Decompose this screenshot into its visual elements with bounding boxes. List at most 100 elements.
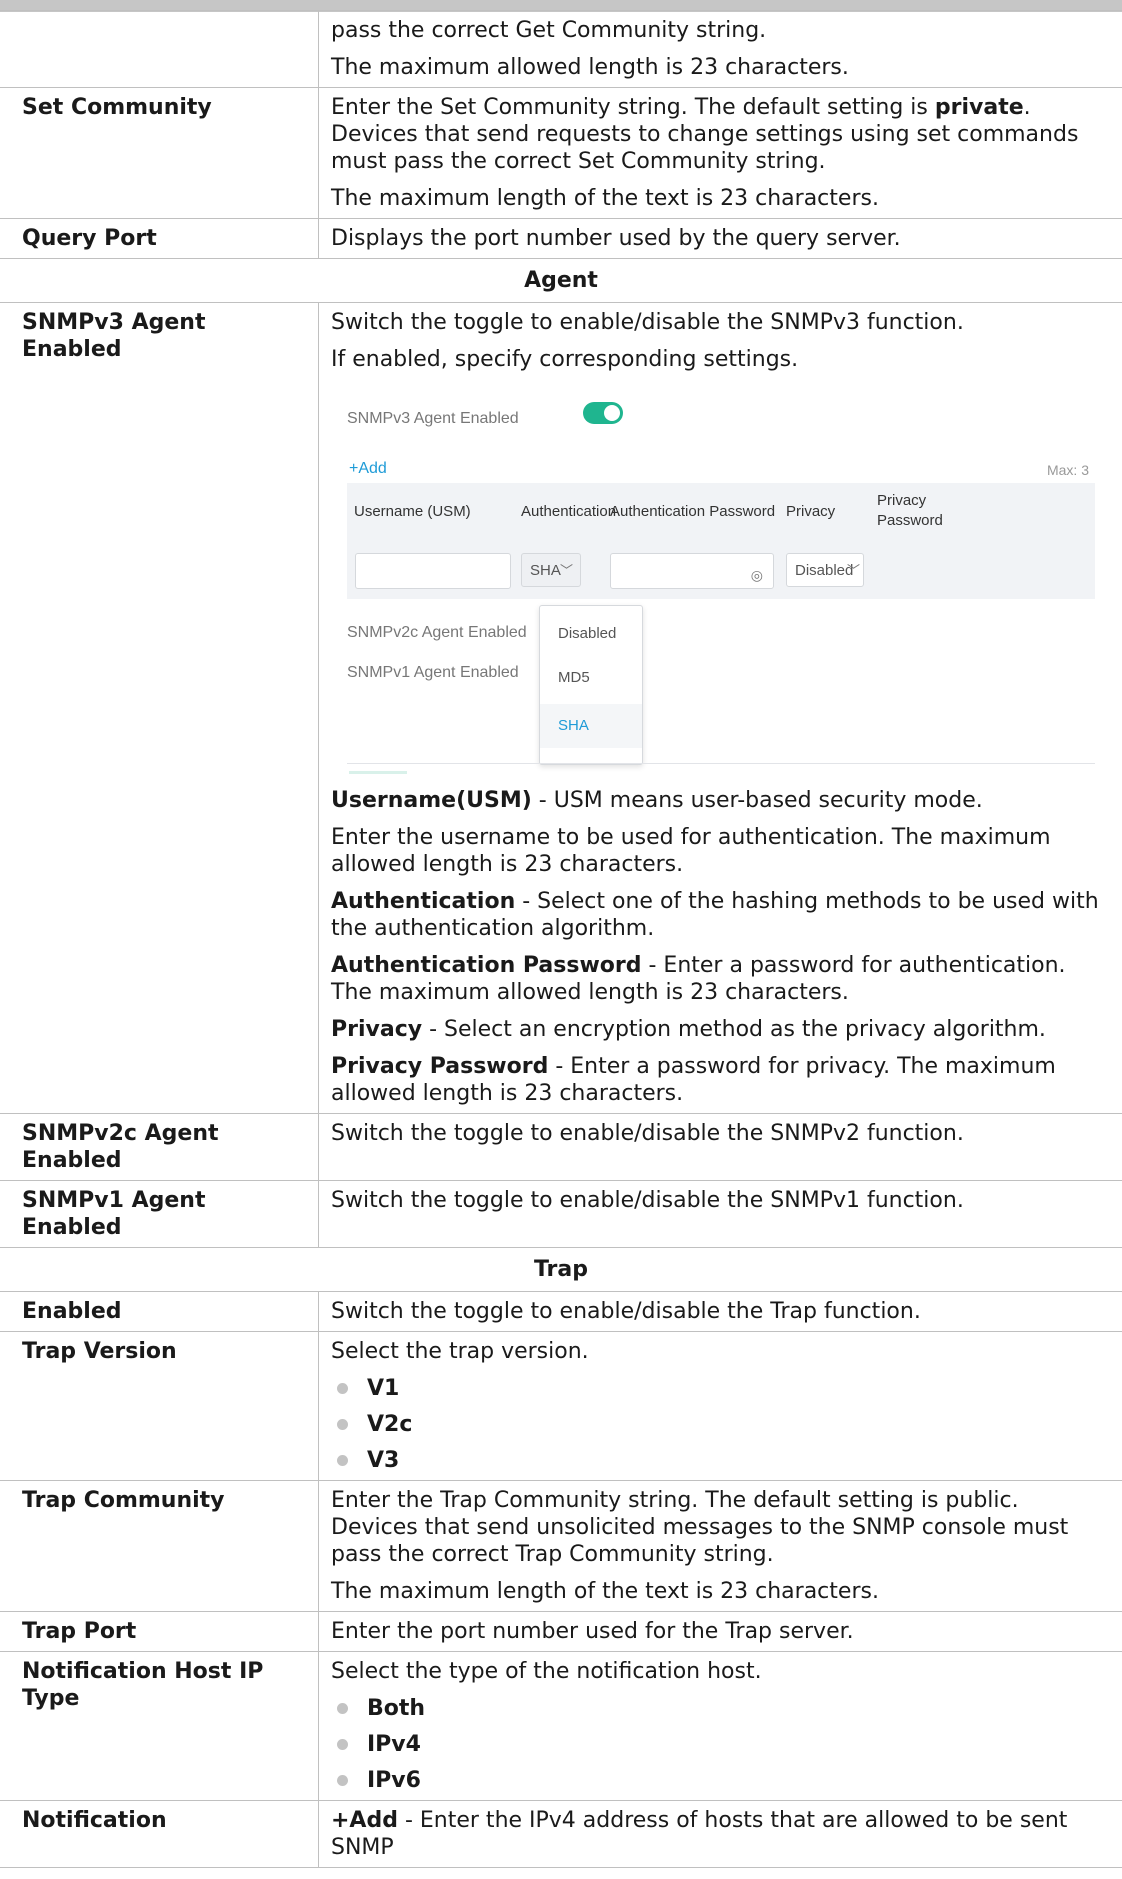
table-row: Trap Community Enter the Trap Community …: [0, 1480, 1122, 1612]
add-user-button[interactable]: +Add: [349, 455, 387, 482]
col-auth-password: Authentication Password: [610, 503, 776, 520]
privacy-select[interactable]: Disabled ﹀: [786, 553, 864, 587]
privacy-value: Disabled: [795, 562, 854, 579]
col-privacy-password: Privacy Password: [877, 492, 943, 529]
auth-password-input[interactable]: ◎: [610, 553, 774, 589]
authentication-select[interactable]: SHA ﹀: [521, 553, 581, 587]
table-row: SNMPv3 Agent Enabled Switch the toggle t…: [0, 302, 1122, 1114]
v3-agent-label: SNMPv3 Agent Enabled: [347, 410, 519, 427]
authentication-value: SHA: [530, 562, 561, 579]
list-item: IPv6: [331, 1767, 1112, 1794]
param-desc: Switch the toggle to enable/disable the …: [318, 1180, 1122, 1248]
bullet-icon: [337, 1739, 348, 1750]
col-privacy: Privacy: [786, 503, 836, 520]
option-list: V1 V2c V3: [331, 1375, 1112, 1474]
divider: [347, 763, 1095, 764]
def-authentication: Authentication - Select one of the hashi…: [331, 889, 1099, 941]
def-username-detail: Enter the username to be used for authen…: [331, 825, 1051, 877]
param-desc: +Add - Enter the IPv4 address of hosts t…: [318, 1800, 1122, 1868]
dropdown-option-selected[interactable]: SHA: [540, 704, 642, 748]
dropdown-option[interactable]: Disabled: [540, 612, 642, 656]
desc-text: Enter the Set Community string. The defa…: [331, 95, 1079, 174]
desc-text: If enabled, specify corresponding settin…: [331, 347, 799, 372]
param-desc: Switch the toggle to enable/disable the …: [318, 1113, 1122, 1181]
bullet-icon: [337, 1703, 348, 1714]
param-desc: Enter the Set Community string. The defa…: [318, 87, 1122, 219]
table-row: Trap Version Select the trap version. V1…: [0, 1331, 1122, 1481]
desc-text: Enter the Trap Community string. The def…: [331, 1488, 1069, 1567]
toggle-knob: [604, 405, 620, 421]
desc-text: The maximum length of the text is 23 cha…: [331, 1579, 879, 1604]
chevron-down-icon: ﹀: [560, 563, 574, 578]
param-desc: Switch the toggle to enable/disable the …: [318, 302, 1122, 1114]
param-label: [0, 10, 319, 88]
eye-icon[interactable]: ◎: [751, 562, 763, 589]
list-item: V2c: [331, 1411, 1112, 1438]
param-label: SNMPv2c Agent Enabled: [0, 1113, 319, 1181]
table-row: Trap Port Enter the port number used for…: [0, 1611, 1122, 1652]
accent-bar: [349, 771, 407, 774]
param-label: Query Port: [0, 218, 319, 259]
table-row: Enabled Switch the toggle to enable/disa…: [0, 1291, 1122, 1332]
chevron-down-icon: ﹀: [847, 563, 861, 578]
option-list: Both IPv4 IPv6: [331, 1695, 1112, 1794]
param-desc: Select the trap version. V1 V2c V3: [318, 1331, 1122, 1481]
section-title-agent: Agent: [0, 258, 1122, 303]
desc-text: The maximum length of the text is 23 cha…: [331, 186, 879, 211]
table-row: Notification +Add - Enter the IPv4 addre…: [0, 1800, 1122, 1868]
bullet-icon: [337, 1383, 348, 1394]
param-label: SNMPv3 Agent Enabled: [0, 302, 319, 1114]
def-privacy: Privacy - Select an encryption method as…: [331, 1017, 1046, 1042]
param-label: Notification: [0, 1800, 319, 1868]
table-row: SNMPv1 Agent Enabled Switch the toggle t…: [0, 1180, 1122, 1248]
snmpv3-screenshot: SNMPv3 Agent Enabled +Add Max: 3 Usernam…: [331, 383, 1101, 774]
v1-agent-label: SNMPv1 Agent Enabled: [347, 664, 519, 681]
list-item: V3: [331, 1447, 1112, 1474]
usm-table-row: SHA ﹀ ◎ Disabled ﹀: [347, 541, 1095, 599]
usm-table-header: Username (USM) Authentication Authentica…: [347, 483, 1095, 541]
username-input[interactable]: [355, 553, 511, 589]
authentication-dropdown: Disabled MD5 SHA: [539, 605, 643, 765]
def-username: Username(USM) - USM means user-based sec…: [331, 788, 983, 813]
col-username: Username (USM): [354, 503, 471, 520]
bullet-icon: [337, 1775, 348, 1786]
param-label: Set Community: [0, 87, 319, 219]
table-row: pass the correct Get Community string. T…: [0, 10, 1122, 88]
param-desc: Displays the port number used by the que…: [318, 218, 1122, 259]
bullet-icon: [337, 1419, 348, 1430]
param-desc: Switch the toggle to enable/disable the …: [318, 1291, 1122, 1332]
v3-agent-toggle[interactable]: [583, 402, 623, 424]
param-label: SNMPv1 Agent Enabled: [0, 1180, 319, 1248]
desc-text: Select the trap version.: [331, 1339, 589, 1364]
param-label: Trap Community: [0, 1480, 319, 1612]
table-row: Notification Host IP Type Select the typ…: [0, 1651, 1122, 1801]
max-count: Max: 3: [1046, 462, 1089, 478]
desc-text: Select the type of the notification host…: [331, 1659, 762, 1684]
list-item: V1: [331, 1375, 1112, 1402]
param-label: Notification Host IP Type: [0, 1651, 319, 1801]
v2c-agent-label: SNMPv2c Agent Enabled: [347, 624, 527, 641]
param-desc: Select the type of the notification host…: [318, 1651, 1122, 1801]
dropdown-option[interactable]: MD5: [540, 656, 642, 700]
section-row: Agent: [0, 258, 1122, 303]
section-title-trap: Trap: [0, 1247, 1122, 1292]
param-desc: Enter the Trap Community string. The def…: [318, 1480, 1122, 1612]
desc-text: The maximum allowed length is 23 charact…: [331, 55, 849, 80]
parameter-table: pass the correct Get Community string. T…: [0, 10, 1122, 1868]
list-item: IPv4: [331, 1731, 1112, 1758]
desc-text: pass the correct Get Community string.: [331, 18, 767, 43]
table-row: SNMPv2c Agent Enabled Switch the toggle …: [0, 1113, 1122, 1181]
section-row: Trap: [0, 1247, 1122, 1292]
list-item: Both: [331, 1695, 1112, 1722]
table-row: Set Community Enter the Set Community st…: [0, 87, 1122, 219]
param-label: Trap Port: [0, 1611, 319, 1652]
def-auth-password: Authentication Password - Enter a passwo…: [331, 953, 1066, 1005]
bullet-icon: [337, 1455, 348, 1466]
table-row: Query Port Displays the port number used…: [0, 218, 1122, 259]
param-desc: Enter the port number used for the Trap …: [318, 1611, 1122, 1652]
def-privacy-password: Privacy Password - Enter a password for …: [331, 1054, 1056, 1106]
col-authentication: Authentication: [521, 503, 617, 520]
param-desc: pass the correct Get Community string. T…: [318, 10, 1122, 88]
param-label: Enabled: [0, 1291, 319, 1332]
param-label: Trap Version: [0, 1331, 319, 1481]
